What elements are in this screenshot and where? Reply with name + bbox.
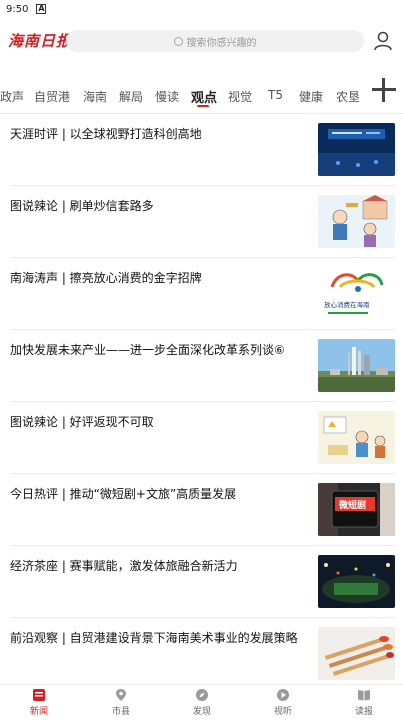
notification-icon: A <box>36 4 47 14</box>
status-bar: 9:50 A <box>0 0 403 18</box>
category-tabs: 政声 自贸港 海南 解局 慢读 观点 视觉 T5 健康 农垦 <box>0 80 403 112</box>
nav-news[interactable]: 新闻 <box>9 688 69 717</box>
list-item[interactable]: 前沿观察 | 自贸港建设背景下海南美术事业的发展策略 <box>0 618 403 690</box>
clock: 9:50 <box>6 3 29 15</box>
thumbnail-paint-brushes[interactable] <box>318 627 395 680</box>
list-item[interactable]: 加快发展未来产业——进一步全面深化改革系列谈⑥ <box>0 330 403 402</box>
list-item[interactable]: 图说辣论 | 刷单炒信套路多 <box>0 186 403 258</box>
book-icon <box>358 690 370 701</box>
bottom-navigation: 新闻 市县 发现 视听 读报 <box>0 684 403 720</box>
thumbnail-rocket-launch[interactable] <box>318 339 395 392</box>
tab-t5[interactable]: T5 <box>268 88 283 102</box>
tab-jieju[interactable]: 解局 <box>119 88 143 105</box>
news-title[interactable]: 今日热评 | 推动“微短剧+文旅”高质量发展 <box>10 486 305 503</box>
nav-discover[interactable]: 发现 <box>172 688 232 717</box>
location-icon <box>116 689 126 701</box>
tab-nongken[interactable]: 农垦 <box>336 88 360 105</box>
list-item[interactable]: 经济茶座 | 赛事赋能，激发体旅融合新活力 <box>0 546 403 618</box>
tab-guandian[interactable]: 观点 <box>191 87 217 106</box>
nav-media[interactable]: 视听 <box>253 688 313 717</box>
search-bar[interactable]: 搜索你感兴趣的 <box>66 30 364 52</box>
add-channel-button[interactable] <box>366 72 402 108</box>
nav-news-label: 新闻 <box>29 707 48 717</box>
app-logo[interactable]: 海南日报 <box>8 30 72 51</box>
thumbnail-cartoon-review[interactable] <box>318 411 395 464</box>
news-title[interactable]: 南海涛声 | 擦亮放心消费的金字招牌 <box>10 270 305 287</box>
news-title[interactable]: 经济茶座 | 赛事赋能，激发体旅融合新活力 <box>10 558 305 575</box>
news-title[interactable]: 天涯时评 | 以全球视野打造科创高地 <box>10 126 305 143</box>
news-title[interactable]: 图说辣论 | 刷单炒信套路多 <box>10 198 305 215</box>
tab-zimaogang[interactable]: 自贸港 <box>34 88 70 105</box>
app-header: 海南日报 搜索你感兴趣的 <box>0 26 403 56</box>
nav-discover-label: 发现 <box>192 707 211 717</box>
play-icon <box>277 689 289 701</box>
thumb-caption: 放心消费在海南 <box>324 300 370 309</box>
tab-shijue[interactable]: 视觉 <box>228 88 252 105</box>
nav-media-label: 视听 <box>273 707 292 717</box>
list-item[interactable]: 南海涛声 | 擦亮放心消费的金字招牌 放心消费在海南 <box>0 258 403 330</box>
nav-city-label: 市县 <box>111 707 130 717</box>
thumbnail-consumer-logo[interactable]: 放心消费在海南 <box>318 267 395 320</box>
thumbnail-cartoon-fraud[interactable] <box>318 195 395 248</box>
tab-hainan[interactable]: 海南 <box>83 88 107 105</box>
thumbnail-stadium-night[interactable] <box>318 555 395 608</box>
list-item[interactable]: 今日热评 | 推动“微短剧+文旅”高质量发展 微短剧 <box>0 474 403 546</box>
tab-zhengsheng[interactable]: 政声 <box>0 88 24 105</box>
list-item[interactable]: 天涯时评 | 以全球视野打造科创高地 <box>0 114 403 186</box>
news-title[interactable]: 加快发展未来产业——进一步全面深化改革系列谈⑥ <box>10 342 305 359</box>
nav-city[interactable]: 市县 <box>91 688 151 717</box>
search-placeholder: 搜索你感兴趣的 <box>186 37 257 49</box>
news-title[interactable]: 图说辣论 | 好评返现不可取 <box>10 414 305 431</box>
news-title[interactable]: 前沿观察 | 自贸港建设背景下海南美术事业的发展策略 <box>10 630 305 647</box>
thumbnail-tech-conference[interactable] <box>318 123 395 176</box>
tab-mandu[interactable]: 慢读 <box>155 88 179 105</box>
search-icon <box>173 36 183 46</box>
nav-read-paper[interactable]: 读报 <box>334 688 394 717</box>
user-icon[interactable] <box>372 30 394 52</box>
tab-jiankang[interactable]: 健康 <box>299 88 323 105</box>
nav-read-paper-label: 读报 <box>354 707 373 717</box>
thumb-caption: 微短剧 <box>338 499 366 511</box>
discover-icon <box>196 689 208 701</box>
news-icon <box>33 689 45 701</box>
active-tab-indicator <box>197 105 209 107</box>
list-item[interactable]: 图说辣论 | 好评返现不可取 <box>0 402 403 474</box>
thumbnail-short-drama[interactable]: 微短剧 <box>318 483 395 536</box>
